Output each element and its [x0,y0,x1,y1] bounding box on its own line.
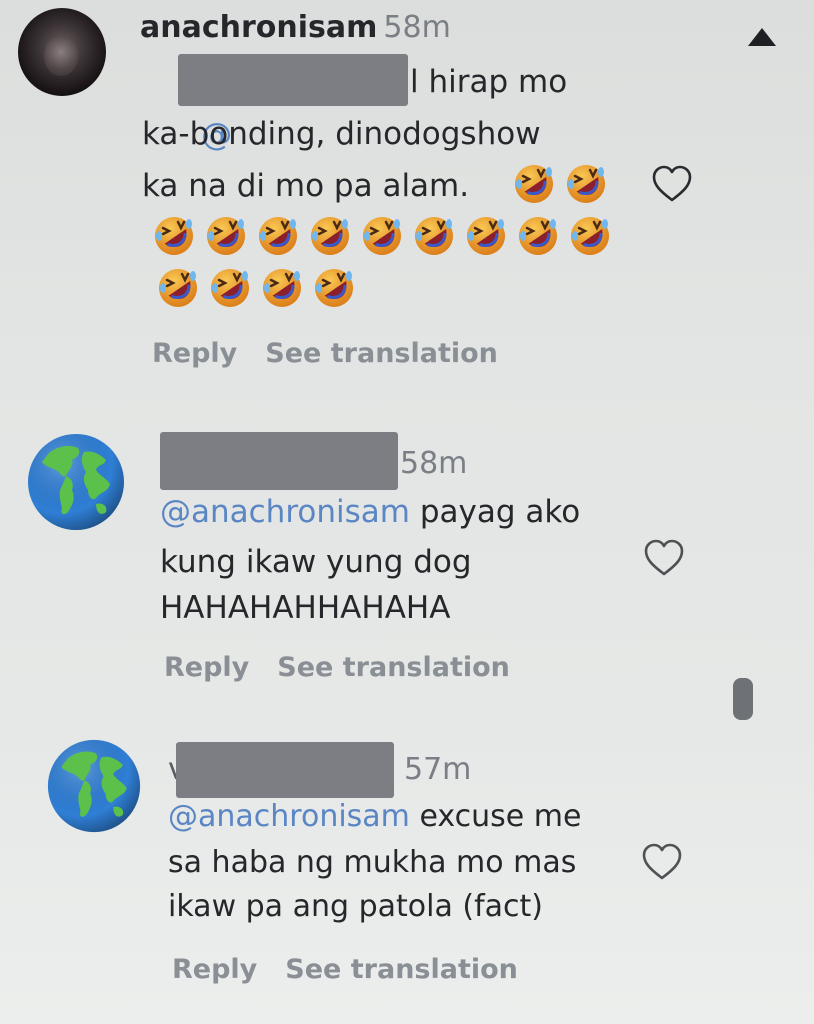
comment-line: HAHAHAHHAHAHA [160,590,451,626]
rofl-emoji-icon [260,266,304,310]
redacted-username [160,432,398,490]
rofl-emoji-icon [464,214,508,258]
comment-line: ka-bonding, dinodogshow [142,116,541,152]
rofl-emoji-icon [568,214,612,258]
emoji-row [156,266,356,310]
redacted-username [178,54,408,106]
rofl-emoji-icon [152,214,196,258]
comment-line: ikaw pa ang patola (fact) [168,889,543,924]
comment-actions: Reply See translation [164,652,538,683]
like-heart-icon[interactable] [642,538,686,578]
comment-time: 57m [404,752,472,787]
user-avatar[interactable] [18,8,106,96]
rofl-emoji-icon [312,266,356,310]
reply-button[interactable]: Reply [164,652,249,683]
comment-line: ka na di mo pa alam. [142,168,470,204]
see-translation-button[interactable]: See translation [265,338,498,369]
comment-time: 58m [383,10,451,45]
comment-actions: Reply See translation [152,338,526,369]
rofl-emoji-icon [360,214,404,258]
comment-line: l hirap mo [410,64,568,100]
scrollbar-thumb[interactable] [733,678,753,720]
comment-time: 58m [400,446,468,481]
emoji-row [152,214,612,258]
rofl-emoji-icon [156,266,200,310]
reply-button[interactable]: Reply [172,954,257,985]
rofl-emoji-icon [256,214,300,258]
like-heart-icon[interactable] [650,164,694,204]
rofl-emoji-icon [308,214,352,258]
emoji-row [512,162,608,206]
comments-panel: anachronisam 58m @ l hirap mo ka-bonding,… [0,0,814,1024]
collapse-caret-icon[interactable] [748,28,776,46]
see-translation-button[interactable]: See translation [277,652,510,683]
rofl-emoji-icon [512,162,556,206]
like-heart-icon[interactable] [640,842,684,882]
see-translation-button[interactable]: See translation [285,954,518,985]
globe-icon[interactable] [26,432,126,532]
rofl-emoji-icon [412,214,456,258]
globe-icon[interactable] [46,738,142,834]
mention-link[interactable]: @anachronisam [168,799,410,834]
rofl-emoji-icon [516,214,560,258]
username[interactable]: anachronisam [140,10,377,45]
comment-actions: Reply See translation [172,954,546,985]
rofl-emoji-icon [208,266,252,310]
reply-button[interactable]: Reply [152,338,237,369]
rofl-emoji-icon [204,214,248,258]
mention-link[interactable]: @anachronisam [160,494,410,530]
rofl-emoji-icon [564,162,608,206]
comment-line: @anachronisam payag ako [160,494,581,530]
